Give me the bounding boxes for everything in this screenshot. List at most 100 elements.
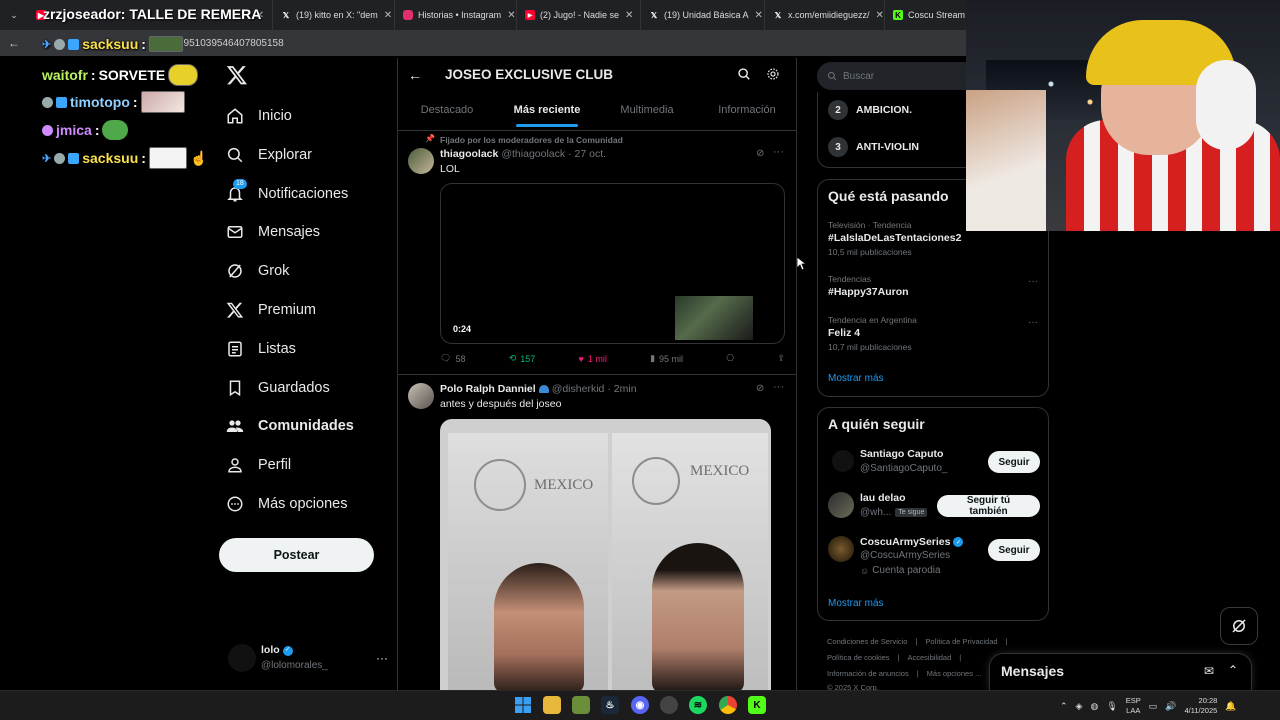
tab-multimedia[interactable]: Multimedia bbox=[597, 95, 697, 130]
close-icon[interactable]: ✕ bbox=[501, 10, 515, 21]
chevron-up-icon[interactable]: ⌃ bbox=[1228, 663, 1238, 677]
post-time[interactable]: · 2min bbox=[607, 383, 636, 395]
search-input[interactable]: Buscar bbox=[817, 62, 987, 90]
browser-tab[interactable]: 𝕏 x.com/emiidieguezz/ ✕ bbox=[765, 0, 885, 30]
steam-icon[interactable]: ♨ bbox=[601, 696, 619, 714]
more-icon[interactable]: ··· bbox=[376, 651, 388, 665]
browser-tab[interactable]: 𝕏 (19) kitto en X: "dem ✕ bbox=[273, 0, 395, 30]
footer-link[interactable]: Condiciones de Servicio bbox=[827, 634, 907, 650]
nav-item-comunidades[interactable]: Comunidades bbox=[226, 411, 354, 441]
nav-item-inicio[interactable]: Inicio bbox=[226, 101, 292, 131]
post-author-handle[interactable]: @disherkid bbox=[552, 383, 605, 395]
search-icon[interactable] bbox=[737, 67, 751, 86]
input-language[interactable]: ESP LAA bbox=[1126, 696, 1141, 716]
x-logo-icon[interactable] bbox=[226, 64, 248, 88]
nav-item-perfil[interactable]: Perfil bbox=[226, 450, 291, 480]
file-explorer-icon[interactable] bbox=[543, 696, 561, 714]
microphone-icon[interactable]: 🎙 bbox=[1106, 701, 1117, 712]
messages-drawer[interactable]: Mensajes ✉ ⌃ bbox=[989, 653, 1252, 690]
trend-item[interactable]: Tendencia en Argentina Feliz 4 10,7 mil … bbox=[828, 315, 1040, 352]
clock[interactable]: 20:28 4/11/2025 bbox=[1185, 696, 1218, 716]
footer-link[interactable]: Más opciones ... bbox=[927, 666, 982, 682]
like-button[interactable]: ♥ 1 mil bbox=[579, 354, 607, 364]
repost-button[interactable]: ⟲ 157 bbox=[509, 353, 536, 364]
show-more-trends-link[interactable]: Mostrar más bbox=[828, 373, 884, 384]
browser-tab[interactable]: K Coscu Stream - bbox=[885, 0, 965, 30]
follow-suggestion[interactable]: lau delao @wh... Te sigue Seguir tú tamb… bbox=[828, 490, 1040, 524]
follow-suggestion[interactable]: CoscuArmySeries ✓ @CoscuArmySeries ☺ Cue… bbox=[828, 534, 1040, 580]
avatar[interactable] bbox=[408, 148, 434, 174]
post-button[interactable]: Postear bbox=[219, 538, 374, 572]
network-icon[interactable]: ▭ bbox=[1149, 701, 1158, 712]
browser-tab[interactable]: Historias • Instagram ✕ bbox=[395, 0, 517, 30]
more-icon[interactable]: ··· bbox=[1028, 276, 1038, 287]
nav-item-notificaciones[interactable]: 18 Notificaciones bbox=[226, 179, 348, 209]
url-text[interactable]: …1951039546407805158 bbox=[168, 38, 284, 49]
close-icon[interactable]: ✕ bbox=[378, 10, 392, 21]
browser-tab[interactable]: 𝕏 (19) Unidad Básica A ✕ bbox=[641, 0, 765, 30]
bookmark-icon[interactable]: ⎔ bbox=[726, 353, 734, 364]
reply-button[interactable]: 🗨 58 bbox=[440, 353, 465, 364]
views-button[interactable]: ▮ 95 mil bbox=[650, 353, 683, 364]
spotify-icon[interactable]: ≋ bbox=[689, 696, 707, 714]
post-author-name[interactable]: thiagoolack bbox=[440, 148, 498, 160]
avatar[interactable] bbox=[408, 383, 434, 409]
nav-item-explorar[interactable]: Explorar bbox=[226, 140, 312, 170]
follow-back-button[interactable]: Seguir tú también bbox=[937, 495, 1040, 517]
tray-app-icon[interactable]: ◍ bbox=[1090, 701, 1098, 712]
close-icon[interactable]: ✕ bbox=[870, 10, 884, 21]
follow-suggestion[interactable]: Santiago Caputo @SantiagoCaputo_ Seguir bbox=[828, 446, 1040, 480]
trend-item[interactable]: Tendencias #Happy37Auron ··· bbox=[828, 274, 1040, 298]
tray-app-icon[interactable]: ◈ bbox=[1076, 701, 1083, 712]
show-more-follow-link[interactable]: Mostrar más bbox=[828, 598, 884, 609]
nav-item-grok[interactable]: Grok bbox=[226, 256, 289, 286]
back-arrow-icon[interactable]: ← bbox=[408, 67, 422, 83]
chrome-icon[interactable] bbox=[719, 696, 737, 714]
tab-list-button[interactable]: ⌄ bbox=[0, 0, 28, 30]
gear-icon[interactable] bbox=[766, 67, 780, 86]
tab-informacion[interactable]: Información bbox=[697, 95, 797, 130]
follow-button[interactable]: Seguir bbox=[988, 539, 1040, 561]
new-message-icon[interactable]: ✉ bbox=[1204, 664, 1214, 678]
grok-floating-button[interactable] bbox=[1220, 607, 1258, 645]
rule-item[interactable]: 3 ANTI-VIOLIN bbox=[828, 137, 919, 157]
more-icon[interactable]: ··· bbox=[773, 381, 784, 393]
nav-item-mensajes[interactable]: Mensajes bbox=[226, 217, 320, 247]
nav-item-premium[interactable]: Premium bbox=[226, 295, 316, 325]
post-author-handle[interactable]: @thiagoolack bbox=[501, 148, 565, 160]
post-video[interactable]: 0:24 bbox=[440, 183, 785, 344]
follow-button[interactable]: Seguir bbox=[988, 451, 1040, 473]
chevron-up-icon[interactable]: ⌃ bbox=[1060, 701, 1068, 712]
more-icon[interactable]: ··· bbox=[773, 146, 784, 158]
footer-link[interactable]: Política de Privacidad bbox=[925, 634, 997, 650]
grok-icon[interactable]: ⊘ bbox=[756, 148, 764, 159]
close-icon[interactable]: ✕ bbox=[749, 10, 763, 21]
gallery-app-icon[interactable] bbox=[572, 696, 590, 714]
tab-mas-reciente[interactable]: Más reciente bbox=[497, 95, 597, 130]
discord-icon[interactable]: ◉ bbox=[631, 696, 649, 714]
post-author-name[interactable]: Polo Ralph Danniel bbox=[440, 383, 536, 395]
footer-link[interactable]: Accesibilidad bbox=[908, 650, 952, 666]
tab-destacado[interactable]: Destacado bbox=[397, 95, 497, 130]
share-icon[interactable]: ⇪ bbox=[777, 353, 785, 364]
more-icon[interactable]: ··· bbox=[1028, 317, 1038, 328]
volume-icon[interactable]: 🔊 bbox=[1165, 701, 1176, 712]
notification-icon[interactable]: 🔔 bbox=[1225, 701, 1236, 712]
footer-link[interactable]: Información de anuncios bbox=[827, 666, 909, 682]
rule-item[interactable]: 2 AMBICION. bbox=[828, 100, 912, 120]
grok-icon[interactable]: ⊘ bbox=[756, 383, 764, 394]
nav-item-mas-opciones[interactable]: Más opciones bbox=[226, 489, 347, 519]
footer-link[interactable]: Política de cookies bbox=[827, 650, 890, 666]
close-icon[interactable]: ✕ bbox=[619, 10, 633, 21]
account-switcher[interactable]: lolo ✓ @lolomorales_ ··· bbox=[228, 642, 388, 674]
app-icon[interactable] bbox=[660, 696, 678, 714]
back-arrow-icon[interactable]: ← bbox=[0, 36, 28, 50]
nav-item-listas[interactable]: Listas bbox=[226, 334, 296, 364]
post-time[interactable]: · 27 oct. bbox=[568, 148, 606, 160]
nav-item-guardados[interactable]: Guardados bbox=[226, 373, 330, 403]
search-placeholder: Buscar bbox=[843, 70, 875, 82]
windows-start-icon[interactable] bbox=[514, 696, 532, 714]
post-image[interactable]: MEXICO MEXICO bbox=[440, 419, 771, 690]
browser-tab[interactable]: ▶ (2) Jugo! - Nadie se ✕ bbox=[517, 0, 641, 30]
kick-icon[interactable]: K bbox=[748, 696, 766, 714]
